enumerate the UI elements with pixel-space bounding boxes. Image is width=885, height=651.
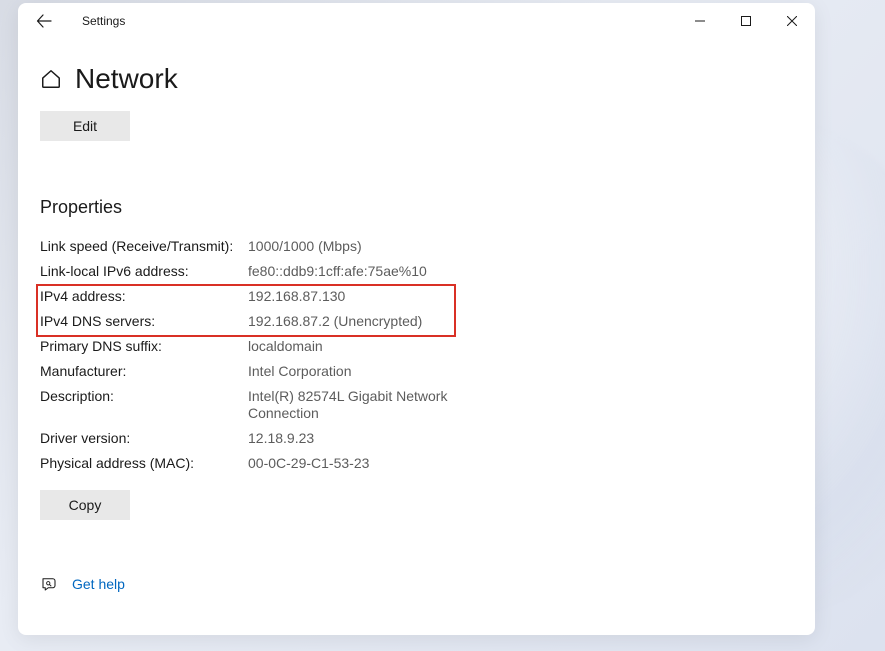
copy-button[interactable]: Copy (40, 490, 130, 520)
maximize-icon (741, 16, 751, 26)
home-icon-wrap (40, 68, 62, 90)
property-row: Link-local IPv6 address: fe80::ddb9:1cff… (40, 263, 795, 280)
property-label: Link speed (Receive/Transmit): (40, 238, 248, 255)
edit-button[interactable]: Edit (40, 111, 130, 141)
property-row: Physical address (MAC): 00-0C-29-C1-53-2… (40, 455, 795, 472)
page-title: Network (75, 63, 178, 95)
properties-table: Link speed (Receive/Transmit): 1000/1000… (40, 238, 795, 472)
property-label: Primary DNS suffix: (40, 338, 248, 355)
property-row: Manufacturer: Intel Corporation (40, 363, 795, 380)
property-label: IPv4 DNS servers: (40, 313, 248, 330)
help-icon (40, 575, 58, 593)
property-label: Link-local IPv6 address: (40, 263, 248, 280)
property-label: Physical address (MAC): (40, 455, 248, 472)
titlebar: Settings (18, 3, 815, 39)
property-value: 00-0C-29-C1-53-23 (248, 455, 369, 472)
footer: Get help (40, 575, 795, 615)
properties-heading: Properties (40, 197, 795, 218)
property-value: localdomain (248, 338, 323, 355)
window-controls (677, 5, 815, 37)
back-button[interactable] (32, 9, 56, 33)
property-row: Description: Intel(R) 82574L Gigabit Net… (40, 388, 795, 422)
property-value: Intel(R) 82574L Gigabit Network Connecti… (248, 388, 458, 422)
back-arrow-icon (36, 13, 52, 29)
get-help-link[interactable]: Get help (72, 576, 125, 592)
property-row: Primary DNS suffix: localdomain (40, 338, 795, 355)
property-label: Manufacturer: (40, 363, 248, 380)
property-label: IPv4 address: (40, 288, 248, 305)
home-icon (40, 68, 62, 90)
property-row: IPv4 DNS servers: 192.168.87.2 (Unencryp… (40, 313, 795, 330)
property-label: Driver version: (40, 430, 248, 447)
copy-row: Copy (40, 490, 795, 520)
property-label: Description: (40, 388, 248, 422)
property-value: fe80::ddb9:1cff:afe:75ae%10 (248, 263, 427, 280)
content-area: Network Edit Properties Link speed (Rece… (18, 39, 815, 635)
minimize-button[interactable] (677, 5, 723, 37)
window-title: Settings (82, 14, 125, 28)
minimize-icon (695, 16, 705, 26)
property-value: 192.168.87.2 (Unencrypted) (248, 313, 422, 330)
property-row: IPv4 address: 192.168.87.130 (40, 288, 795, 305)
property-value: 192.168.87.130 (248, 288, 345, 305)
property-row: Driver version: 12.18.9.23 (40, 430, 795, 447)
close-icon (787, 16, 797, 26)
property-value: 1000/1000 (Mbps) (248, 238, 362, 255)
property-value: 12.18.9.23 (248, 430, 314, 447)
property-row: Link speed (Receive/Transmit): 1000/1000… (40, 238, 795, 255)
close-button[interactable] (769, 5, 815, 37)
maximize-button[interactable] (723, 5, 769, 37)
page-header: Network (40, 63, 795, 95)
settings-window: Settings (18, 3, 815, 635)
property-value: Intel Corporation (248, 363, 352, 380)
